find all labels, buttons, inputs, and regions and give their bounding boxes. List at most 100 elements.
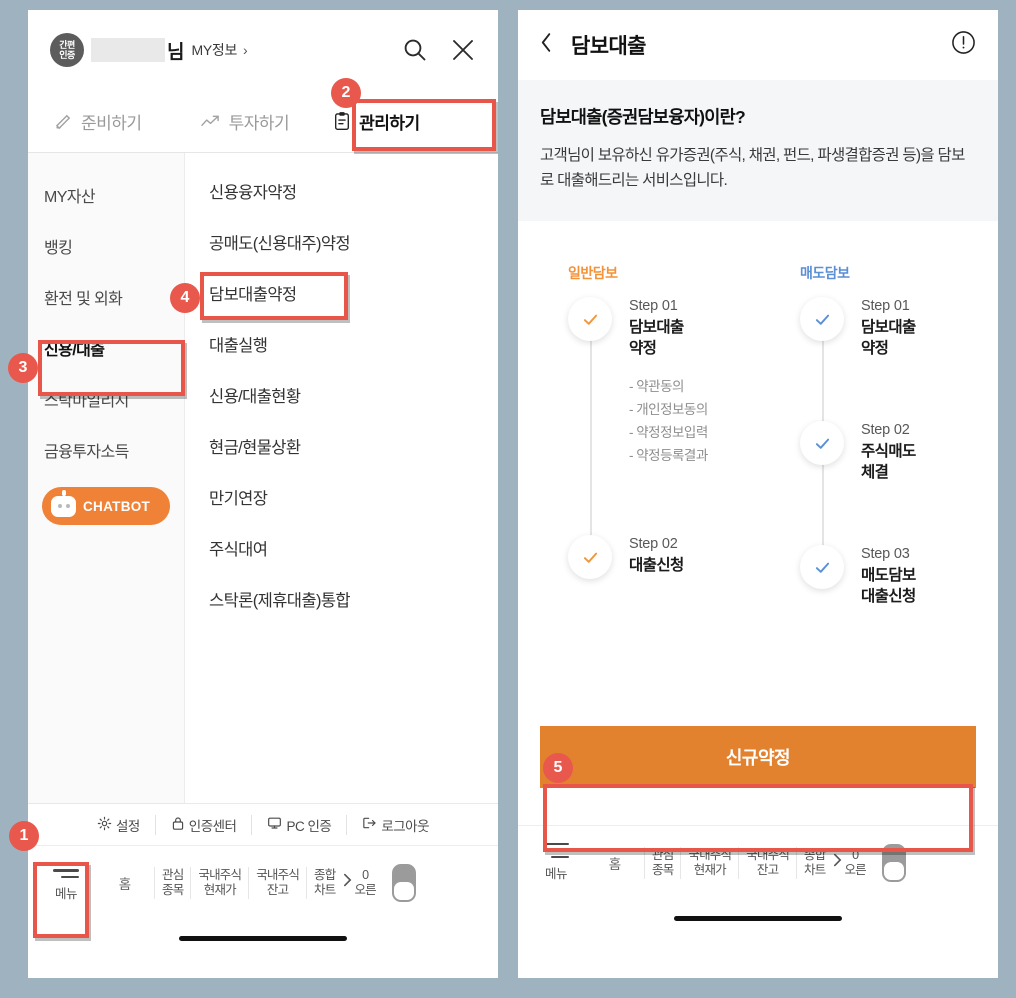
page-title: 담보대출 xyxy=(571,35,646,58)
auth-center-label: 인증센터 xyxy=(188,818,237,834)
menu-item-stock-loan[interactable]: 스탁론(제휴대출)통합 xyxy=(185,573,498,624)
nav-item-line1: 국내주식 xyxy=(256,867,300,882)
nav-item-watchlist[interactable]: 관심 종목 xyxy=(155,868,190,898)
highlight-new-agreement xyxy=(543,784,973,852)
list-item-label: 만기연장 xyxy=(209,489,268,508)
nav-more-label: 0 오른 xyxy=(844,848,866,878)
step-name: 매도담보 대출신청 xyxy=(861,565,916,607)
sidebar-item-label: 환전 및 외화 xyxy=(44,290,123,308)
logout-label: 로그아웃 xyxy=(381,818,430,834)
header-icon-group xyxy=(402,37,476,63)
check-icon xyxy=(568,297,612,341)
track-spacer xyxy=(800,359,998,421)
menu-item-maturity-extension[interactable]: 만기연장 xyxy=(185,471,498,522)
nav-more-line2: 오른 xyxy=(354,882,376,897)
sidebar-item-exchange[interactable]: 환전 및 외화 xyxy=(28,271,184,322)
sub-item: - 약정등록결과 xyxy=(629,448,708,463)
pc-auth-button[interactable]: PC 인증 xyxy=(251,814,346,835)
trend-up-icon xyxy=(200,112,221,131)
check-icon xyxy=(800,297,844,341)
list-item-label: 현금/현물상환 xyxy=(209,438,301,457)
gear-icon xyxy=(97,816,112,834)
nav-item-domestic-price[interactable]: 국내주식 현재가 xyxy=(191,868,248,898)
chevron-left-icon[interactable] xyxy=(540,31,553,59)
check-icon xyxy=(800,421,844,465)
sidebar-item-label: 뱅킹 xyxy=(44,239,73,257)
auth-badge-line2: 인증 xyxy=(59,50,75,60)
settings-button[interactable]: 설정 xyxy=(82,815,155,835)
step-text: Step 02 대출신청 xyxy=(629,535,684,579)
step-marker-5: 5 xyxy=(543,753,573,783)
chatbot-label: CHATBOT xyxy=(83,498,151,514)
tab-invest[interactable]: 투자하기 xyxy=(200,109,290,134)
submenu-list: 신용융자약정 공매도(신용대주)약정 담보대출약정 대출실행 신용/대출현황 현… xyxy=(185,153,498,803)
nav-item-home[interactable]: 홈 xyxy=(96,873,154,893)
step-number: Step 02 xyxy=(629,536,678,552)
menu-button-label: 메뉴 xyxy=(544,867,568,882)
cta-zone: 신규약정 xyxy=(518,726,998,788)
list-item-label: 대출실행 xyxy=(209,336,268,355)
nav-item-home[interactable]: 홈 xyxy=(586,853,644,873)
auth-badge-line1: 간편 xyxy=(59,40,75,50)
menu-item-loan-status[interactable]: 신용/대출현황 xyxy=(185,369,498,420)
nav-item-line1: 관심 xyxy=(162,867,184,882)
close-icon[interactable] xyxy=(450,37,476,63)
tab-invest-label: 투자하기 xyxy=(228,113,290,133)
nav-item-more[interactable]: 0 오른 xyxy=(342,868,384,898)
nav-item-line2: 잔고 xyxy=(266,882,289,897)
category-sidebar: MY자산 뱅킹 환전 및 외화 신용/대출 스탁마일리지 금융투자소득 CHAT… xyxy=(28,153,185,803)
nav-more-line1: 0 xyxy=(362,867,369,882)
sidebar-item-financial-income[interactable]: 금융투자소득 xyxy=(28,424,184,475)
auth-center-button[interactable]: 인증센터 xyxy=(154,814,252,835)
page-header: 담보대출 xyxy=(518,10,998,80)
step-name: 담보대출 약정 xyxy=(629,317,684,359)
sub-item: - 약관동의 xyxy=(629,379,684,394)
tab-prepare[interactable]: 준비하기 xyxy=(54,109,142,134)
sidebar-item-label: MY자산 xyxy=(44,188,96,206)
step-item: Step 03 매도담보 대출신청 xyxy=(800,545,998,607)
nav-item-more[interactable]: 0 오른 xyxy=(832,848,874,878)
step-column-general: 일반담보 Step 01 담보대출 약정 - 약관동의 - 개인정보동의 - 약… xyxy=(518,263,758,726)
pc-auth-label: PC 인증 xyxy=(286,818,332,834)
step-marker-2: 2 xyxy=(331,78,361,108)
nav-item-chart[interactable]: 종합 차트 xyxy=(797,848,832,878)
step-name-line2: 약정 xyxy=(861,340,889,357)
nav-item-line1: 종합 xyxy=(314,867,336,882)
step-text: Step 01 담보대출 약정 xyxy=(861,297,916,359)
menu-item-loan-execution[interactable]: 대출실행 xyxy=(185,318,498,369)
chatbot-button[interactable]: CHATBOT xyxy=(42,487,170,525)
nav-item-domestic-price[interactable]: 국내주식 현재가 xyxy=(681,848,738,878)
highlight-menu-collateral xyxy=(200,272,348,320)
nav-item-domestic-balance[interactable]: 국내주식 잔고 xyxy=(249,868,306,898)
logout-button[interactable]: 로그아웃 xyxy=(346,814,444,835)
my-info-link[interactable]: MY정보 xyxy=(191,40,237,60)
menu-item-repayment[interactable]: 현금/현물상환 xyxy=(185,420,498,471)
marker-number: 2 xyxy=(341,84,351,101)
new-agreement-button[interactable]: 신규약정 xyxy=(540,726,976,788)
nav-item-domestic-balance[interactable]: 국내주식 잔고 xyxy=(739,848,796,878)
menu-item-credit-margin[interactable]: 신용융자약정 xyxy=(185,165,498,216)
bottom-navigation-bar: 메뉴 홈 관심 종목 국내주식 현재가 국내주식 잔고 종합 차트 0 오른 xyxy=(28,845,498,919)
step-sub-list: - 약관동의 - 개인정보동의 - 약정정보입력 - 약정등록결과 xyxy=(629,375,758,467)
marker-number: 3 xyxy=(18,359,28,376)
nav-item-watchlist[interactable]: 관심 종목 xyxy=(645,848,680,878)
home-indicator xyxy=(28,919,498,957)
search-icon[interactable] xyxy=(402,37,428,63)
step-marker-1: 1 xyxy=(9,821,39,851)
marker-number: 5 xyxy=(553,759,563,776)
step-name: 담보대출 약정 xyxy=(861,317,916,359)
sidebar-item-my-assets[interactable]: MY자산 xyxy=(28,169,184,220)
info-circle-icon[interactable] xyxy=(951,30,976,60)
sub-item: - 약정정보입력 xyxy=(629,425,708,440)
step-marker-3: 3 xyxy=(8,353,38,383)
steps-diagram: 일반담보 Step 01 담보대출 약정 - 약관동의 - 개인정보동의 - 약… xyxy=(518,221,998,726)
menu-item-stock-lending[interactable]: 주식대여 xyxy=(185,522,498,573)
menu-item-short-selling[interactable]: 공매도(신용대주)약정 xyxy=(185,216,498,267)
step-name-line2: 체결 xyxy=(861,464,889,481)
nav-toggle-handle[interactable] xyxy=(392,863,417,902)
step-item: Step 01 담보대출 약정 xyxy=(568,297,758,359)
settings-label: 설정 xyxy=(115,818,140,834)
sidebar-item-banking[interactable]: 뱅킹 xyxy=(28,220,184,271)
nav-item-line2: 현재가 xyxy=(693,862,727,877)
nav-item-chart[interactable]: 종합 차트 xyxy=(307,868,342,898)
